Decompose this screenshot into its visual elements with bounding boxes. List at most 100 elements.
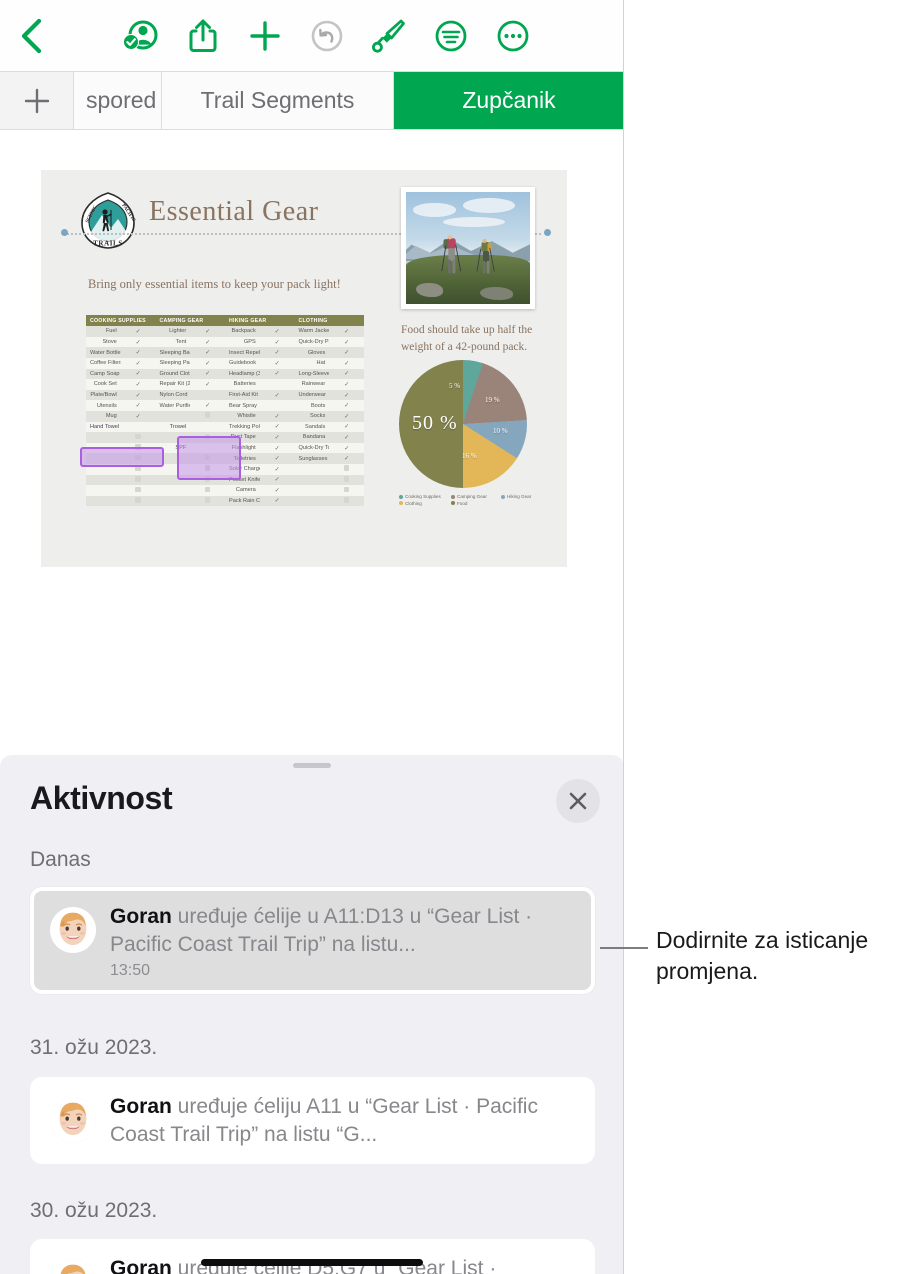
table-row[interactable]: Camp Soap ✓ Ground Cloth ✓ Headlamp (3) ✓ Long… <box>86 368 364 380</box>
table-row[interactable]: Hand TowelTrowelTrekking Poles✓Sandals✓ <box>86 421 364 433</box>
table-row[interactable]: Coffee Filters✓Sleeping Pad (2)✓Guideboo… <box>86 357 364 369</box>
table-cell-hiking[interactable]: Batteries <box>225 379 260 390</box>
format-button[interactable] <box>358 0 420 72</box>
table-cell-checkbox-camping[interactable]: ✓ <box>190 358 225 369</box>
table-cell-cooking[interactable] <box>86 443 121 454</box>
table-cell-checkbox-hiking[interactable] <box>260 379 295 390</box>
table-cell-checkbox-clothing[interactable]: ✓ <box>329 422 364 433</box>
undo-button[interactable] <box>296 0 358 72</box>
table-cell-checkbox-clothing[interactable]: ✓ <box>329 432 364 443</box>
table-cell-hiking[interactable]: Bear Spray <box>225 400 260 411</box>
table-row[interactable]: Mug ✓ Whistle ✓ Socks ✓ <box>86 410 364 422</box>
table-cell-checkbox-camping[interactable] <box>190 485 225 496</box>
table-cell-cooking[interactable] <box>86 432 121 443</box>
table-cell-cooking[interactable]: Plate/Bowl <box>86 390 121 401</box>
table-cell-checkbox-camping[interactable] <box>190 432 225 443</box>
table-cell-checkbox-clothing[interactable] <box>329 496 364 507</box>
table-cell-clothing[interactable]: Quick-Dry Towel <box>295 443 330 454</box>
table-cell-camping[interactable]: Nylon Cord <box>156 390 191 401</box>
table-cell-cooking[interactable]: Coffee Filters <box>86 358 121 369</box>
table-cell-checkbox-cooking[interactable]: ✓ <box>121 358 156 369</box>
table-cell-checkbox-cooking[interactable] <box>121 485 156 496</box>
table-cell-checkbox-clothing[interactable] <box>329 475 364 486</box>
table-cell-checkbox-cooking[interactable] <box>121 475 156 486</box>
sheet-tab-zupcanik[interactable]: Zupčanik <box>394 72 623 129</box>
add-sheet-button[interactable] <box>0 72 74 129</box>
table-cell-checkbox-hiking[interactable]: ✓ <box>260 475 295 486</box>
table-cell-checkbox-camping[interactable] <box>190 390 225 401</box>
table-cell-checkbox-clothing[interactable]: ✓ <box>329 411 364 422</box>
table-cell-checkbox-hiking[interactable]: ✓ <box>260 358 295 369</box>
table-cell-checkbox-hiking[interactable]: ✓ <box>260 496 295 507</box>
table-cell-checkbox-clothing[interactable]: ✓ <box>329 326 364 337</box>
table-cell-clothing[interactable] <box>295 496 330 507</box>
table-cell-camping[interactable]: SPF <box>156 443 191 454</box>
table-cell-camping[interactable]: Sleeping Pad (2) <box>156 358 191 369</box>
table-row[interactable]: Cook Set ✓ Repair Kit (2) ✓ Batteries Rainwea… <box>86 379 364 390</box>
table-cell-checkbox-cooking[interactable] <box>121 443 156 454</box>
table-cell-checkbox-camping[interactable]: ✓ <box>190 326 225 337</box>
table-row[interactable]: Fuel ✓ Lighter ✓ Backpack ✓ Warm Jacket ✓ <box>86 326 364 337</box>
table-cell-checkbox-camping[interactable] <box>190 496 225 507</box>
activity-item-selected[interactable]: Goran uređuje ćelije u A11:D13 u “Gear L… <box>30 887 595 994</box>
table-cell-camping[interactable] <box>156 411 191 422</box>
table-cell-checkbox-hiking[interactable]: ✓ <box>260 443 295 454</box>
table-cell-clothing[interactable]: Sandals <box>295 422 330 433</box>
table-cell-checkbox-hiking[interactable]: ✓ <box>260 453 295 464</box>
close-button[interactable] <box>556 779 600 823</box>
table-cell-clothing[interactable]: Hat <box>295 358 330 369</box>
table-cell-camping[interactable]: Repair Kit (2) <box>156 379 191 390</box>
table-cell-checkbox-camping[interactable] <box>190 411 225 422</box>
more-button[interactable] <box>482 0 544 72</box>
table-cell-checkbox-hiking[interactable]: ✓ <box>260 485 295 496</box>
table-cell-checkbox-camping[interactable] <box>190 443 225 454</box>
table-cell-checkbox-camping[interactable] <box>190 422 225 433</box>
table-cell-checkbox-cooking[interactable]: ✓ <box>121 326 156 337</box>
table-cell-checkbox-cooking[interactable]: ✓ <box>121 390 156 401</box>
table-cell-checkbox-hiking[interactable]: ✓ <box>260 422 295 433</box>
table-row[interactable]: Solar Charger✓ <box>86 463 364 475</box>
table-cell-checkbox-camping[interactable]: ✓ <box>190 379 225 390</box>
table-row[interactable]: Duct Tape ✓ Bandana ✓ <box>86 432 364 443</box>
table-cell-checkbox-cooking[interactable]: ✓ <box>121 347 156 358</box>
table-cell-clothing[interactable]: Underwear <box>295 390 330 401</box>
table-row[interactable]: SPFFlashlight✓Quick-Dry Towel✓ <box>86 442 364 454</box>
table-cell-camping[interactable] <box>156 453 191 464</box>
table-row[interactable]: Pocket Knife ✓ <box>86 474 364 486</box>
table-cell-checkbox-cooking[interactable]: ✓ <box>121 369 156 380</box>
table-cell-checkbox-cooking[interactable] <box>121 453 156 464</box>
table-cell-checkbox-hiking[interactable]: ✓ <box>260 337 295 348</box>
table-cell-checkbox-clothing[interactable]: ✓ <box>329 453 364 464</box>
table-cell-cooking[interactable] <box>86 496 121 507</box>
table-cell-checkbox-clothing[interactable]: ✓ <box>329 390 364 401</box>
table-cell-camping[interactable]: Lighter <box>156 326 191 337</box>
table-cell-camping[interactable]: Tent <box>156 337 191 348</box>
table-cell-checkbox-camping[interactable] <box>190 475 225 486</box>
table-cell-cooking[interactable] <box>86 464 121 475</box>
table-row[interactable]: Water Bottle✓Sleeping Bag✓Insect Repelle… <box>86 347 364 358</box>
table-cell-hiking[interactable]: Pack Rain Cover <box>225 496 260 507</box>
table-cell-cooking[interactable]: Cook Set <box>86 379 121 390</box>
table-cell-clothing[interactable] <box>295 475 330 486</box>
table-cell-checkbox-cooking[interactable]: ✓ <box>121 400 156 411</box>
table-cell-clothing[interactable]: Warm Jacket <box>295 326 330 337</box>
table-cell-checkbox-hiking[interactable]: ✓ <box>260 432 295 443</box>
table-cell-hiking[interactable]: Flashlight <box>225 443 260 454</box>
gear-list-table[interactable]: COOKING SUPPLIES CAMPING GEAR HIKING GEA… <box>86 315 364 507</box>
share-button[interactable] <box>172 0 234 72</box>
table-row[interactable]: Pack Rain Cover✓ <box>86 495 364 507</box>
table-cell-checkbox-hiking[interactable]: ✓ <box>260 347 295 358</box>
table-cell-hiking[interactable]: Backpack <box>225 326 260 337</box>
table-cell-clothing[interactable]: Bandana <box>295 432 330 443</box>
table-cell-checkbox-camping[interactable]: ✓ <box>190 347 225 358</box>
table-row[interactable]: Stove✓Tent✓GPS✓Quick-Dry Pants✓ <box>86 336 364 348</box>
table-cell-cooking[interactable] <box>86 485 121 496</box>
table-cell-camping[interactable]: Sleeping Bag <box>156 347 191 358</box>
table-cell-clothing[interactable]: Long-Sleeve Shirts <box>295 369 330 380</box>
document-options-button[interactable] <box>420 0 482 72</box>
table-cell-cooking[interactable]: Fuel <box>86 326 121 337</box>
table-cell-clothing[interactable] <box>295 464 330 475</box>
panel-grabber[interactable] <box>293 763 331 768</box>
sheet-tab-trail-segments[interactable]: Trail Segments <box>162 72 394 129</box>
table-cell-cooking[interactable]: Camp Soap <box>86 369 121 380</box>
